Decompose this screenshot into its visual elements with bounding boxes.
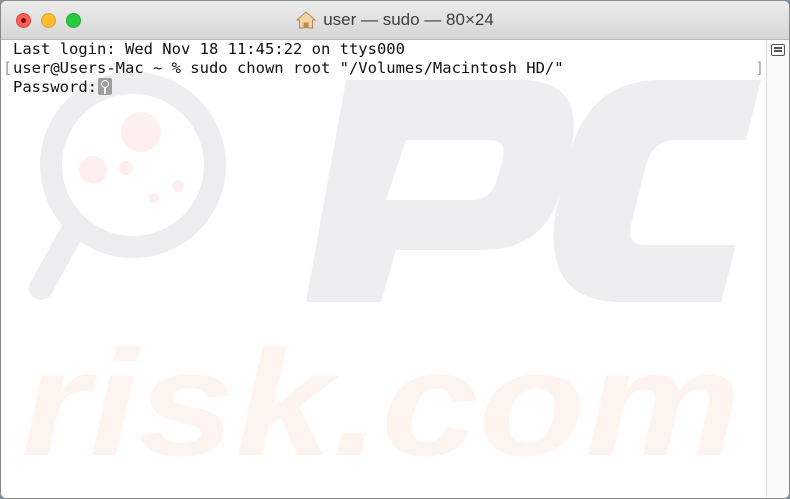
password-label: Password: xyxy=(13,78,97,96)
home-icon xyxy=(296,11,317,29)
bookmarks-icon[interactable] xyxy=(771,44,785,56)
terminal-content[interactable]: risk.com Last login: Wed Nov 18 11:45:22… xyxy=(1,40,766,498)
terminal-line-password-prompt[interactable]: Password: xyxy=(13,78,112,97)
pcrisk-watermark: risk.com xyxy=(21,72,761,487)
mark-bracket-right: ] xyxy=(755,59,765,77)
watermark-site-text: risk.com xyxy=(21,319,741,487)
mark-bracket-left: [ xyxy=(3,59,13,77)
vertical-scrollbar[interactable] xyxy=(766,40,789,498)
terminal-line-last-login: Last login: Wed Nov 18 11:45:22 on ttys0… xyxy=(13,40,405,58)
key-icon xyxy=(98,78,112,95)
title-bar[interactable]: user — sudo — 80×24 xyxy=(1,1,789,40)
window-title-text: user — sudo — 80×24 xyxy=(323,10,494,29)
window-title: user — sudo — 80×24 xyxy=(1,1,789,39)
terminal-window: user — sudo — 80×24 risk.com Last login:… xyxy=(0,0,790,499)
terminal-line-command: user@Users-Mac ~ % sudo chown root "/Vol… xyxy=(13,59,564,77)
